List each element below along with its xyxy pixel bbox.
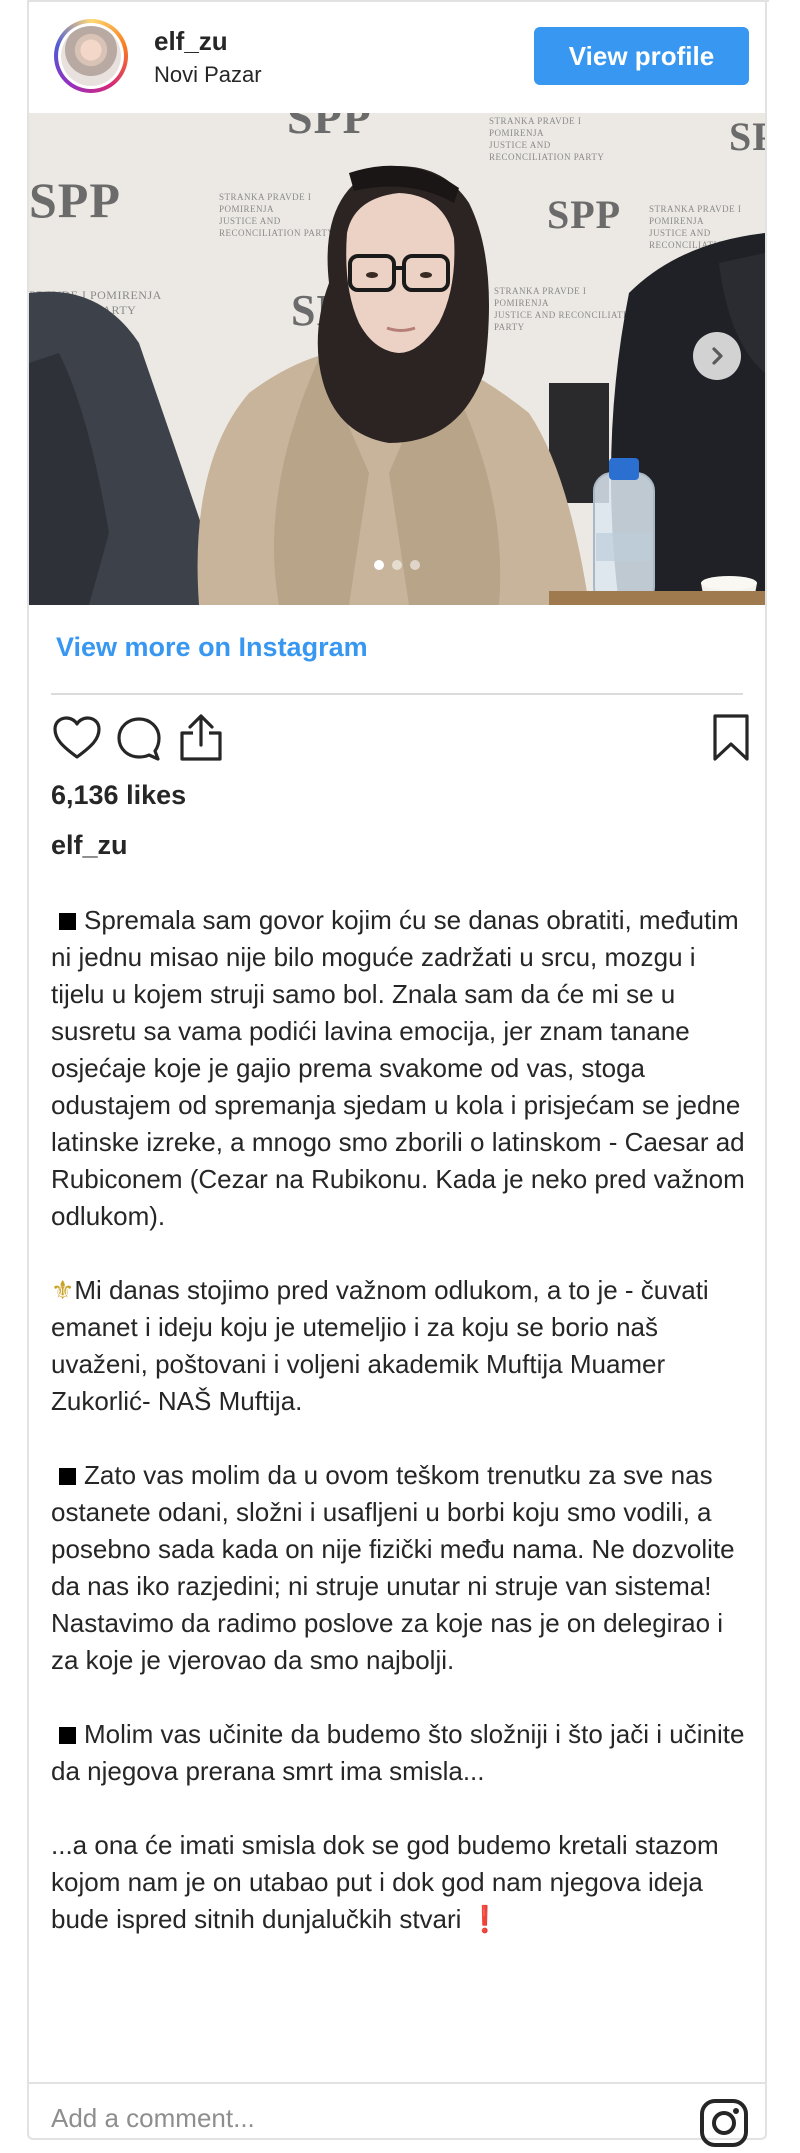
caption-p3: Zato vas molim da u ovom teškom trenutku… bbox=[51, 1460, 735, 1675]
view-profile-button[interactable]: View profile bbox=[534, 27, 749, 85]
photo-scene bbox=[29, 165, 765, 605]
caption-paragraph-2: ⚜Mi danas stojimo pred važnom odlukom, a… bbox=[51, 1272, 751, 1420]
instagram-embed-card: elf_zu Novi Pazar View profile SPP SPP S… bbox=[27, 0, 769, 2147]
avatar-image bbox=[61, 26, 121, 86]
carousel-dot bbox=[392, 560, 402, 570]
heart-icon bbox=[53, 716, 101, 759]
location[interactable]: Novi Pazar bbox=[154, 62, 262, 88]
chevron-right-icon bbox=[712, 347, 723, 365]
save-button[interactable] bbox=[703, 710, 759, 766]
instagram-logo-glyph bbox=[700, 2099, 748, 2147]
comment-button[interactable] bbox=[111, 710, 167, 766]
instagram-icon[interactable] bbox=[699, 2098, 749, 2148]
carousel-indicator bbox=[29, 560, 765, 570]
bookmark-icon bbox=[713, 714, 749, 761]
fleur-de-lis-icon: ⚜ bbox=[51, 1275, 75, 1305]
share-icon bbox=[180, 714, 222, 761]
comment-icon bbox=[117, 717, 161, 761]
black-square-icon bbox=[59, 1467, 76, 1485]
carousel-next-button[interactable] bbox=[693, 332, 741, 380]
black-square-icon bbox=[59, 912, 76, 930]
caption-paragraph-4: Molim vas učinite da budemo što složniji… bbox=[51, 1716, 751, 1790]
caption-paragraph-5: ...a ona će imati smisla dok se god bude… bbox=[51, 1827, 751, 1938]
caption-username[interactable]: elf_zu bbox=[51, 830, 128, 861]
username[interactable]: elf_zu bbox=[154, 26, 228, 57]
caption-p5: ...a ona će imati smisla dok se god bude… bbox=[51, 1830, 719, 1934]
comment-input[interactable]: Add a comment... bbox=[51, 2103, 255, 2134]
like-button[interactable] bbox=[49, 710, 105, 766]
view-more-on-instagram-link[interactable]: View more on Instagram bbox=[56, 632, 368, 663]
caption-p4: Molim vas učinite da budemo što složniji… bbox=[51, 1719, 745, 1786]
carousel-dot bbox=[410, 560, 420, 570]
divider bbox=[51, 693, 743, 695]
avatar-frame bbox=[58, 23, 124, 89]
caption-paragraph-1: Spremala sam govor kojim ću se danas obr… bbox=[51, 902, 751, 1235]
action-bar bbox=[49, 710, 749, 770]
caption-p1: Spremala sam govor kojim ću se danas obr… bbox=[51, 905, 745, 1231]
caption-paragraph-3: Zato vas molim da u ovom teškom trenutku… bbox=[51, 1457, 751, 1679]
exclamation-icon: ❗ bbox=[468, 1904, 502, 1934]
share-button[interactable] bbox=[173, 710, 229, 766]
post-photo[interactable]: SPP SPP SPP SPP SPP STRANKA PRAVDE I POM… bbox=[29, 113, 765, 605]
post-header: elf_zu Novi Pazar View profile bbox=[29, 0, 765, 112]
black-square-icon bbox=[59, 1726, 76, 1744]
avatar[interactable] bbox=[54, 19, 128, 93]
caption-p2: Mi danas stojimo pred važnom odlukom, a … bbox=[51, 1275, 709, 1416]
caption-text: Spremala sam govor kojim ću se danas obr… bbox=[51, 902, 751, 1975]
likes-count[interactable]: 6,136 likes bbox=[51, 780, 186, 811]
carousel-dot-active bbox=[374, 560, 384, 570]
comment-divider bbox=[29, 2082, 765, 2084]
